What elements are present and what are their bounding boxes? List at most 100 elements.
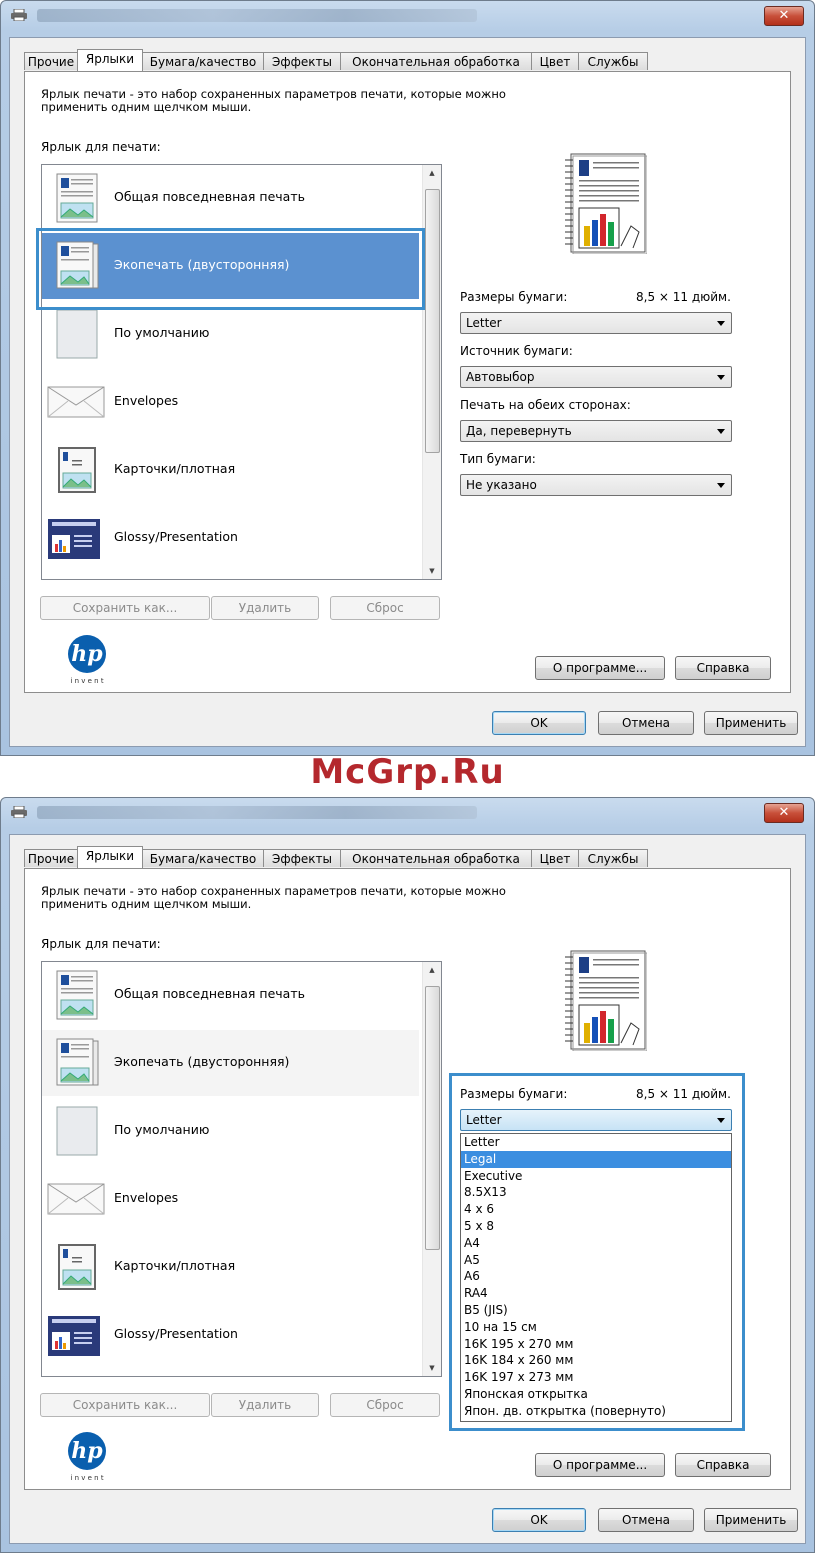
- paper-size-dropdown[interactable]: Letter Legal Executive 8.5X13 4 x 6 5 x …: [460, 1133, 732, 1422]
- scroll-up-arrow-icon[interactable]: ▲: [423, 962, 441, 978]
- help-button[interactable]: Справка: [675, 656, 771, 680]
- close-button[interactable]: ✕: [764, 803, 804, 823]
- save-as-button[interactable]: Сохранить как...: [40, 1393, 210, 1417]
- about-button[interactable]: О программе...: [535, 656, 665, 680]
- close-button[interactable]: ✕: [764, 6, 804, 26]
- shortcut-label: Общая повседневная печать: [114, 986, 305, 1001]
- ok-button[interactable]: OK: [492, 711, 586, 735]
- shortcut-item-glossy[interactable]: Glossy/Presentation: [42, 505, 419, 571]
- shortcut-item-default[interactable]: По умолчанию: [42, 1098, 419, 1164]
- window-title-blurred: [37, 9, 477, 22]
- scroll-down-arrow-icon[interactable]: ▼: [423, 1360, 441, 1376]
- shortcut-item-envelopes[interactable]: Envelopes: [42, 1166, 419, 1232]
- paper-size-option[interactable]: A6: [461, 1268, 731, 1285]
- shortcut-label: Общая повседневная печать: [114, 189, 305, 204]
- shortcut-item-default[interactable]: По умолчанию: [42, 301, 419, 367]
- shortcut-label: Экопечать (двусторонняя): [114, 1054, 290, 1069]
- shortcut-item-cardstock[interactable]: Карточки/плотная: [42, 437, 419, 503]
- shortcut-label: Карточки/плотная: [114, 461, 236, 476]
- duplex-select[interactable]: Да, перевернуть: [460, 420, 732, 442]
- hp-logo: hp i n v e n t: [68, 1432, 106, 1482]
- about-button[interactable]: О программе...: [535, 1453, 665, 1477]
- tab-other[interactable]: Прочие: [24, 849, 78, 867]
- shortcut-item-everyday[interactable]: Общая повседневная печать: [42, 962, 419, 1028]
- shortcut-item-eco-duplex[interactable]: Экопечать (двусторонняя): [42, 1030, 419, 1096]
- card-icon: [58, 447, 96, 493]
- title-bar: ✕: [1, 798, 814, 828]
- paper-size-option[interactable]: Японская открытка: [461, 1386, 731, 1403]
- tab-services[interactable]: Службы: [578, 849, 648, 867]
- document-icon: [56, 173, 98, 223]
- tab-services[interactable]: Службы: [578, 52, 648, 70]
- paper-size-label: Размеры бумаги:: [460, 290, 568, 304]
- shortcut-list[interactable]: Общая повседневная печать Экопечать (дву…: [41, 961, 442, 1377]
- paper-size-option[interactable]: 4 x 6: [461, 1201, 731, 1218]
- paper-size-option[interactable]: 16K 195 x 270 мм: [461, 1336, 731, 1353]
- scroll-thumb[interactable]: [425, 986, 440, 1250]
- help-button[interactable]: Справка: [675, 1453, 771, 1477]
- scroll-up-arrow-icon[interactable]: ▲: [423, 165, 441, 181]
- cancel-button[interactable]: Отмена: [598, 1508, 694, 1532]
- paper-source-select[interactable]: Автовыбор: [460, 366, 732, 388]
- tab-color[interactable]: Цвет: [531, 849, 579, 867]
- shortcut-item-cardstock[interactable]: Карточки/плотная: [42, 1234, 419, 1300]
- presentation-icon: [48, 1316, 100, 1356]
- eco-duplex-icon: [56, 1038, 99, 1086]
- paper-size-select[interactable]: Letter: [460, 312, 732, 334]
- paper-size-option[interactable]: B5 (JIS): [461, 1302, 731, 1319]
- paper-source-label: Источник бумаги:: [460, 344, 573, 358]
- tab-effects[interactable]: Эффекты: [263, 849, 341, 867]
- tab-paper-quality[interactable]: Бумага/качество: [142, 52, 264, 70]
- dialog-client: Прочие Ярлыки Бумага/качество Эффекты Ок…: [9, 37, 806, 747]
- paper-size-option[interactable]: 5 x 8: [461, 1218, 731, 1235]
- tab-other[interactable]: Прочие: [24, 52, 78, 70]
- paper-size-option[interactable]: RA4: [461, 1285, 731, 1302]
- shortcut-list-scrollbar[interactable]: ▲ ▼: [422, 962, 441, 1376]
- shortcut-item-glossy[interactable]: Glossy/Presentation: [42, 1302, 419, 1368]
- shortcut-item-everyday[interactable]: Общая повседневная печать: [42, 165, 419, 231]
- hp-logo: hp i n v e n t: [68, 635, 106, 685]
- title-bar: ✕: [1, 1, 814, 31]
- scroll-down-arrow-icon[interactable]: ▼: [423, 563, 441, 579]
- save-as-button[interactable]: Сохранить как...: [40, 596, 210, 620]
- blank-page-icon: [56, 309, 98, 359]
- paper-size-option[interactable]: 10 на 15 см: [461, 1319, 731, 1336]
- paper-size-option[interactable]: A5: [461, 1252, 731, 1269]
- paper-size-option[interactable]: Япон. дв. открытка (повернуто): [461, 1403, 731, 1420]
- paper-size-value: Letter: [466, 316, 502, 330]
- paper-size-option[interactable]: A4: [461, 1235, 731, 1252]
- delete-button[interactable]: Удалить: [211, 1393, 319, 1417]
- ok-button[interactable]: OK: [492, 1508, 586, 1532]
- svg-text:i n v e n t: i n v e n t: [70, 677, 103, 685]
- tab-effects[interactable]: Эффекты: [263, 52, 341, 70]
- apply-button[interactable]: Применить: [704, 1508, 798, 1532]
- reset-button[interactable]: Сброс: [330, 596, 440, 620]
- card-icon: [58, 1244, 96, 1290]
- paper-size-dimensions: 8,5 × 11 дюйм.: [636, 290, 731, 304]
- paper-type-select[interactable]: Не указано: [460, 474, 732, 496]
- reset-button[interactable]: Сброс: [330, 1393, 440, 1417]
- paper-size-option[interactable]: Legal: [461, 1150, 731, 1168]
- tab-finishing[interactable]: Окончательная обработка: [340, 849, 532, 867]
- paper-size-option[interactable]: 16K 184 x 260 мм: [461, 1352, 731, 1369]
- chevron-down-icon: [717, 375, 725, 380]
- paper-size-option[interactable]: 8.5X13: [461, 1184, 731, 1201]
- tab-shortcuts[interactable]: Ярлыки: [77, 49, 143, 71]
- shortcut-label: Glossy/Presentation: [114, 1326, 238, 1341]
- shortcut-item-envelopes[interactable]: Envelopes: [42, 369, 419, 435]
- cancel-button[interactable]: Отмена: [598, 711, 694, 735]
- paper-size-option[interactable]: Letter: [461, 1134, 731, 1151]
- apply-button[interactable]: Применить: [704, 711, 798, 735]
- svg-text:hp: hp: [71, 641, 103, 667]
- shortcuts-panel: Ярлык печати - это набор сохраненных пар…: [24, 868, 791, 1490]
- paper-size-option[interactable]: Executive: [461, 1168, 731, 1185]
- tab-color[interactable]: Цвет: [531, 52, 579, 70]
- paper-size-option[interactable]: 16K 197 x 273 мм: [461, 1369, 731, 1386]
- delete-button[interactable]: Удалить: [211, 596, 319, 620]
- tab-finishing[interactable]: Окончательная обработка: [340, 52, 532, 70]
- paper-source-value: Автовыбор: [466, 370, 535, 384]
- scroll-thumb[interactable]: [425, 189, 440, 453]
- shortcut-list[interactable]: Общая повседневная печать Экопечать (дву…: [41, 164, 442, 580]
- tab-shortcuts[interactable]: Ярлыки: [77, 846, 143, 868]
- tab-paper-quality[interactable]: Бумага/качество: [142, 849, 264, 867]
